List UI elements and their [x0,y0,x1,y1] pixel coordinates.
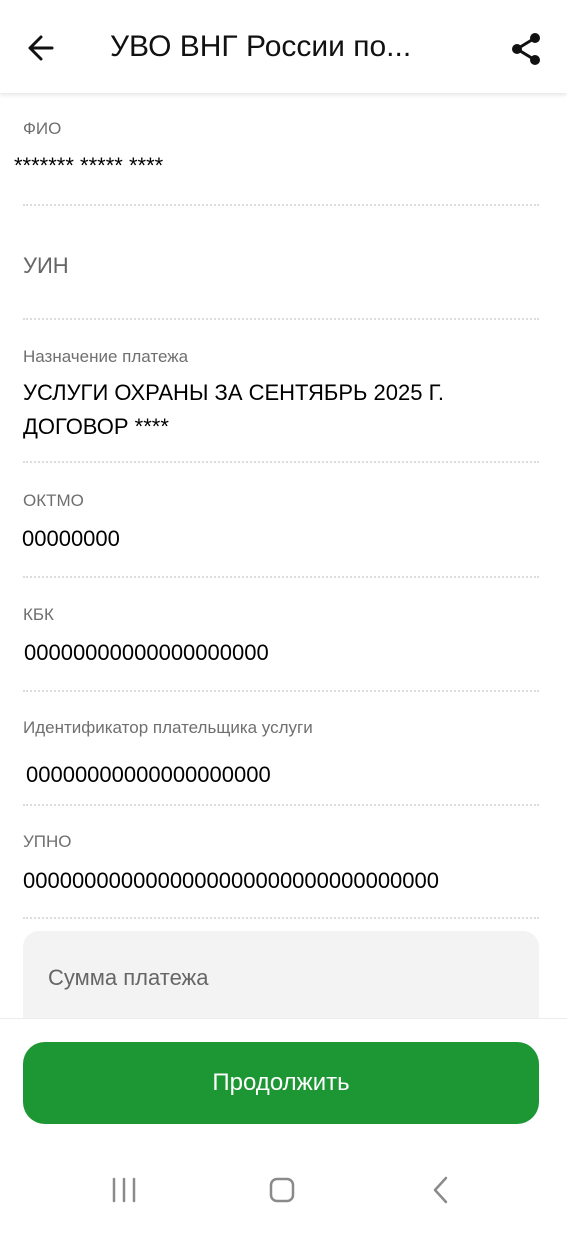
divider [23,804,539,806]
payer-id-value: 00000000000000000000 [26,762,271,787]
arrow-left-icon [28,35,54,61]
fio-field[interactable]: ФИО ******* ***** **** [0,93,567,208]
divider [23,204,539,206]
purpose-field[interactable]: Назначение платежа УСЛУГИ ОХРАНЫ ЗА СЕНТ… [0,321,567,465]
fio-label: ФИО [23,119,62,138]
oktmo-value: 00000000 [22,526,120,551]
divider [23,690,539,692]
fio-value: ******* ***** **** [14,153,164,178]
amount-placeholder: Сумма платежа [48,965,209,990]
app-header: УВО ВНГ России по... [0,0,567,93]
kbk-value: 00000000000000000000 [24,640,269,665]
oktmo-label: ОКТМО [23,491,84,510]
home-button[interactable] [262,1170,302,1210]
system-nav-bar [0,1140,567,1240]
payer-id-label: Идентификатор плательщика услуги [23,718,313,737]
oktmo-field[interactable]: ОКТМО 00000000 [0,465,567,580]
page-title: УВО ВНГ России по... [110,30,412,63]
system-back-button[interactable] [421,1170,461,1210]
continue-button[interactable]: Продолжить [23,1042,539,1124]
divider [23,461,539,463]
purpose-value: УСЛУГИ ОХРАНЫ ЗА СЕНТЯБРЬ 2025 Г. ДОГОВО… [23,380,444,439]
back-chevron-icon [433,1176,448,1204]
purpose-label: Назначение платежа [23,347,189,366]
share-icon [512,33,540,65]
upno-value: 0000000000000000000000000000000000 [23,868,440,893]
recents-icon [112,1177,136,1203]
back-button[interactable] [22,28,62,68]
kbk-label: КБК [23,605,54,624]
payment-form: ФИО ******* ***** **** УИН Назначение пл… [0,93,567,1018]
recents-button[interactable] [104,1170,144,1210]
upno-field[interactable]: УПНО 0000000000000000000000000000000000 [0,808,567,921]
divider [0,1018,567,1019]
amount-input[interactable]: Сумма платежа [23,931,539,1018]
divider [23,576,539,578]
share-button[interactable] [508,30,548,70]
payer-id-field[interactable]: Идентификатор плательщика услуги 0000000… [0,694,567,808]
upno-label: УПНО [23,832,72,851]
uin-field[interactable]: УИН [0,208,567,321]
uin-label: УИН [23,253,69,278]
home-icon [269,1177,295,1203]
kbk-field[interactable]: КБК 00000000000000000000 [0,580,567,694]
divider [23,917,539,919]
divider [23,318,539,320]
